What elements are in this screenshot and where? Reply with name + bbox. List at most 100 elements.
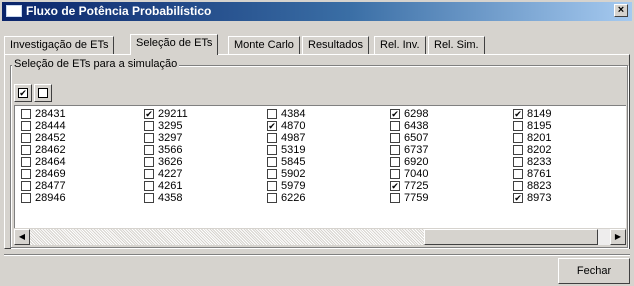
et-label: 8823 <box>527 180 552 192</box>
unchecked-checkbox[interactable] <box>267 145 277 155</box>
checked-checkbox[interactable]: ✔ <box>390 181 400 191</box>
unchecked-checkbox[interactable] <box>21 145 31 155</box>
unchecked-checkbox[interactable] <box>144 145 154 155</box>
unchecked-checkbox[interactable] <box>144 193 154 203</box>
unchecked-checkbox[interactable] <box>21 121 31 131</box>
unchecked-checkbox[interactable] <box>144 169 154 179</box>
unchecked-checkbox[interactable] <box>267 109 277 119</box>
et-label: 6298 <box>404 108 429 120</box>
window-title: Fluxo de Potência Probabilístico <box>26 4 212 18</box>
tab-investigacao-ets[interactable]: Investigação de ETs <box>4 36 115 54</box>
et-label: 6226 <box>281 192 306 204</box>
scroll-right-icon[interactable]: ▶ <box>610 229 626 245</box>
unchecked-checkbox[interactable] <box>267 157 277 167</box>
unchecked-checkbox[interactable] <box>513 157 523 167</box>
et-label: 4987 <box>281 132 306 144</box>
unchecked-checkbox[interactable] <box>267 133 277 143</box>
et-label: 5979 <box>281 180 306 192</box>
fechar-button[interactable]: Fechar <box>558 258 630 284</box>
unchecked-checkbox[interactable] <box>390 133 400 143</box>
unchecked-checkbox[interactable] <box>21 157 31 167</box>
tab-resultados[interactable]: Resultados <box>302 36 370 54</box>
unchecked-checkbox[interactable] <box>513 181 523 191</box>
unchecked-checkbox[interactable] <box>513 133 523 143</box>
scroll-left-icon[interactable]: ◀ <box>14 229 30 245</box>
et-label: 6507 <box>404 132 429 144</box>
et-label: 4227 <box>158 168 183 180</box>
scroll-thumb[interactable] <box>424 229 598 245</box>
et-label: 6737 <box>404 144 429 156</box>
et-label: 3626 <box>158 156 183 168</box>
et-label: 4384 <box>281 108 306 120</box>
unchecked-checkbox[interactable] <box>513 121 523 131</box>
unchecked-checkbox[interactable] <box>267 181 277 191</box>
et-label: 3297 <box>158 132 183 144</box>
groupbox-legend: Seleção de ETs para a simulação <box>12 58 180 70</box>
et-label: 28469 <box>35 168 66 180</box>
unchecked-checkbox[interactable] <box>390 169 400 179</box>
tab-rel-sim[interactable]: Rel. Sim. <box>428 36 485 54</box>
unchecked-checkbox[interactable] <box>267 193 277 203</box>
et-label: 7725 <box>404 180 429 192</box>
et-label: 8195 <box>527 120 552 132</box>
et-label: 6920 <box>404 156 429 168</box>
et-label: 8973 <box>527 192 552 204</box>
et-label: 3295 <box>158 120 183 132</box>
unchecked-checkbox[interactable] <box>21 169 31 179</box>
et-checklist[interactable]: 28431 28444 28452 28462 28464 28469 28477 28946… <box>14 105 626 228</box>
empty-box-icon <box>38 88 48 98</box>
checked-box-icon: ✔ <box>18 88 28 98</box>
et-label: 5902 <box>281 168 306 180</box>
tab-monte-carlo[interactable]: Monte Carlo <box>228 36 300 54</box>
uncheck-all-button[interactable] <box>34 84 52 102</box>
title-bar[interactable]: Fluxo de Potência Probabilístico × <box>2 2 632 21</box>
window-icon <box>6 5 22 17</box>
unchecked-checkbox[interactable] <box>390 145 400 155</box>
et-label: 28946 <box>35 192 66 204</box>
et-label: 5319 <box>281 144 306 156</box>
et-label: 6438 <box>404 120 429 132</box>
et-label: 8233 <box>527 156 552 168</box>
checked-checkbox[interactable]: ✔ <box>267 121 277 131</box>
et-label: 28452 <box>35 132 66 144</box>
unchecked-checkbox[interactable] <box>21 109 31 119</box>
et-label: 8202 <box>527 144 552 156</box>
unchecked-checkbox[interactable] <box>144 157 154 167</box>
et-label: 7040 <box>404 168 429 180</box>
et-label: 4870 <box>281 120 306 132</box>
et-label: 28462 <box>35 144 66 156</box>
unchecked-checkbox[interactable] <box>144 133 154 143</box>
scroll-track[interactable] <box>30 229 424 245</box>
checked-checkbox[interactable]: ✔ <box>513 193 523 203</box>
checked-checkbox[interactable]: ✔ <box>144 109 154 119</box>
unchecked-checkbox[interactable] <box>390 193 400 203</box>
et-label: 3566 <box>158 144 183 156</box>
et-label: 8149 <box>527 108 552 120</box>
horizontal-scrollbar[interactable]: ◀ ▶ <box>14 229 626 245</box>
footer-divider <box>4 254 630 256</box>
tab-selecao-ets[interactable]: Seleção de ETs <box>130 34 219 55</box>
unchecked-checkbox[interactable] <box>513 145 523 155</box>
checked-checkbox[interactable]: ✔ <box>513 109 523 119</box>
unchecked-checkbox[interactable] <box>267 169 277 179</box>
et-label: 7759 <box>404 192 429 204</box>
app-window: Fluxo de Potência Probabilístico × Inves… <box>0 0 634 286</box>
unchecked-checkbox[interactable] <box>390 121 400 131</box>
unchecked-checkbox[interactable] <box>21 193 31 203</box>
checked-checkbox[interactable]: ✔ <box>390 109 400 119</box>
close-button[interactable]: × <box>614 4 628 17</box>
unchecked-checkbox[interactable] <box>144 181 154 191</box>
et-label: 8201 <box>527 132 552 144</box>
check-all-button[interactable]: ✔ <box>14 84 32 102</box>
unchecked-checkbox[interactable] <box>144 121 154 131</box>
tab-rel-inv[interactable]: Rel. Inv. <box>374 36 426 54</box>
et-label: 5845 <box>281 156 306 168</box>
et-label: 4358 <box>158 192 183 204</box>
et-label: 28477 <box>35 180 66 192</box>
et-label: 8761 <box>527 168 552 180</box>
unchecked-checkbox[interactable] <box>21 181 31 191</box>
unchecked-checkbox[interactable] <box>390 157 400 167</box>
unchecked-checkbox[interactable] <box>21 133 31 143</box>
et-label: 4261 <box>158 180 183 192</box>
unchecked-checkbox[interactable] <box>513 169 523 179</box>
